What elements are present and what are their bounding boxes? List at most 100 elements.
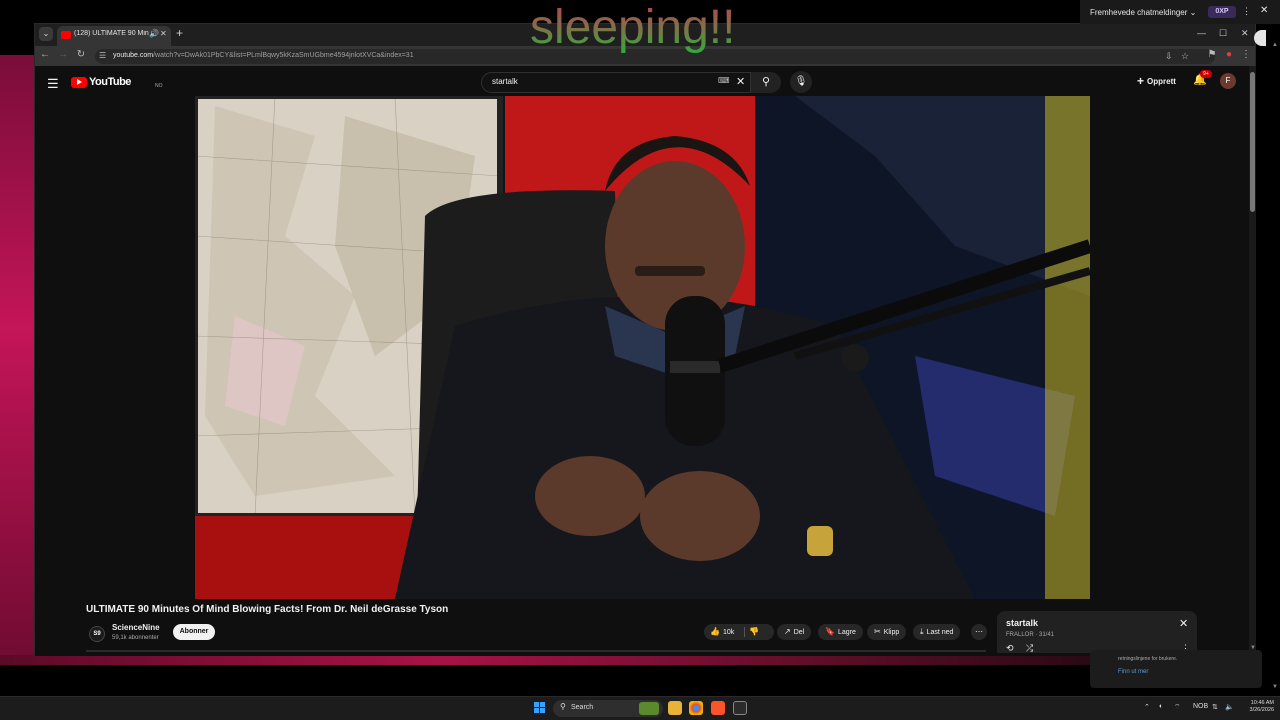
bookmark-icon: 🔖 — [825, 627, 835, 636]
like-count: 10k — [722, 629, 735, 636]
taskbar-search[interactable]: ⚲ Search — [553, 700, 663, 717]
sleeping-overlay-text: sleeping!! — [530, 1, 736, 54]
bookmark-star-icon[interactable]: ☆ — [1181, 51, 1189, 62]
clip-label: Klipp — [883, 629, 900, 636]
more-actions-icon[interactable]: ⋯ — [971, 624, 987, 640]
windows-start-icon[interactable] — [534, 702, 546, 714]
desktop: ⌄ (128) ULTIMATE 90 Minutes Of Mind Blow… — [0, 0, 1280, 720]
chat-learn-more-link[interactable]: Finn ut mer — [1118, 669, 1148, 675]
tab-search-button[interactable]: ⌄ — [39, 27, 53, 41]
youtube-logo[interactable]: YouTube NO — [71, 76, 163, 90]
new-tab-button[interactable]: + — [176, 26, 183, 40]
url-domain: youtube.com — [113, 52, 154, 59]
share-button[interactable]: ↗ Del — [777, 624, 812, 640]
loop-icon[interactable]: ⟲ — [1006, 643, 1014, 654]
plus-icon: + — [1137, 74, 1145, 88]
hamburger-menu-icon[interactable]: ☰ — [47, 76, 59, 92]
chat-widget-header: Fremhevede chatmeldinger ⌄ 0XP ⋮ ✕ — [1080, 0, 1280, 24]
wifi-tray-icon[interactable]: ⌔ — [1174, 703, 1181, 712]
chat-rules-text: retningslinjene for brukere. — [1118, 656, 1178, 662]
profile-icon[interactable]: ● — [1222, 49, 1236, 60]
taskbar: ⚲ Search ⌃ ◐ ⌔ NOB ⇅ 🔈 10:46 AM 3/26/202… — [0, 696, 1280, 720]
download-icon: ⤓ — [920, 627, 924, 636]
search-button[interactable]: ⚲ — [751, 72, 781, 93]
system-clock[interactable]: 10:46 AM 3/26/2026 — [1240, 700, 1274, 714]
maximize-icon[interactable]: ☐ — [1219, 28, 1227, 39]
channel-name[interactable]: ScienceNine — [112, 623, 160, 632]
scissors-icon: ✂ — [874, 627, 881, 636]
chat-highlight-dropdown[interactable]: Fremhevede chatmeldinger ⌄ — [1090, 8, 1196, 17]
save-label: Lagre — [837, 629, 856, 636]
clock-app-icon[interactable] — [733, 701, 747, 715]
chat-side-tab[interactable] — [1254, 30, 1266, 46]
close-window-icon[interactable]: ✕ — [1241, 28, 1249, 39]
video-frame — [195, 96, 1090, 599]
share-label: Del — [793, 629, 805, 636]
minimize-icon[interactable]: — — [1197, 28, 1206, 38]
browser-window: ⌄ (128) ULTIMATE 90 Minutes Of Mind Blow… — [34, 23, 1256, 656]
forward-icon[interactable]: → — [56, 49, 70, 60]
volume-icon[interactable]: 🔈 — [1225, 703, 1234, 711]
speaker-icon[interactable]: 🔊 — [149, 29, 159, 38]
shuffle-icon[interactable]: ⤮ — [1026, 643, 1033, 654]
create-button[interactable]: + Opprett — [1137, 74, 1176, 88]
keyboard-icon[interactable]: ⌨ — [718, 76, 730, 85]
tab-title: (128) ULTIMATE 90 Minutes Of Mind Blowin… — [74, 30, 149, 37]
file-explorer-icon[interactable] — [668, 701, 682, 715]
url-text[interactable]: youtube.com/watch?v=DwAk01PbCY&list=PLml… — [113, 52, 414, 59]
chat-menu-icon[interactable]: ⋮ — [1242, 6, 1251, 17]
chat-footer: retningslinjene for brukere. Finn ut mer — [1090, 650, 1262, 688]
install-app-icon[interactable]: ⇩ — [1165, 51, 1173, 62]
wallpaper-left — [0, 55, 36, 665]
account-avatar[interactable]: F — [1220, 73, 1236, 89]
youtube-logo-text: YouTube — [89, 76, 131, 88]
tray-app-icon[interactable]: ◐ — [1159, 703, 1163, 710]
chevron-down-icon: ⌄ — [1189, 8, 1197, 17]
channel-avatar[interactable]: S9 — [89, 626, 105, 642]
tray-chevron-icon[interactable]: ⌃ — [1144, 703, 1150, 711]
chat-scroll-up-icon[interactable]: ▲ — [1272, 42, 1278, 48]
clock-time: 10:46 AM — [1250, 700, 1274, 706]
back-icon[interactable]: ← — [38, 49, 52, 60]
search-icon: ⚲ — [560, 702, 566, 711]
input-language[interactable]: NOB — [1193, 703, 1208, 710]
download-button[interactable]: ⤓ Last ned — [913, 624, 961, 640]
chat-scroll-down-icon[interactable]: ▼ — [1272, 684, 1278, 690]
clear-search-icon[interactable]: ✕ — [736, 75, 745, 88]
youtube-page: ☰ YouTube NO ⌨ ✕ ⚲ 🎙 +Opprett 🔔 9+ F — [35, 66, 1249, 656]
subscriber-count: 59,1k abonnenter — [112, 635, 159, 641]
site-info-icon[interactable]: ☰ — [99, 51, 106, 60]
network-icon[interactable]: ⇅ — [1212, 703, 1218, 711]
browser-menu-icon[interactable]: ⋮ — [1239, 49, 1253, 60]
chrome-icon[interactable] — [689, 701, 703, 715]
taskbar-search-label: Search — [571, 704, 594, 711]
search-box[interactable]: ⌨ ✕ — [481, 72, 751, 93]
brave-icon[interactable] — [711, 701, 725, 715]
save-button[interactable]: 🔖 Lagre — [818, 624, 863, 640]
region-code: NO — [155, 83, 163, 89]
dislike-button[interactable]: 👎 — [749, 624, 759, 640]
notification-count-badge: 9+ — [1200, 70, 1212, 78]
tab-active[interactable]: (128) ULTIMATE 90 Minutes Of Mind Blowin… — [57, 26, 171, 46]
page-scrollbar-thumb[interactable] — [1250, 72, 1255, 212]
thumbs-up-icon: 👍 — [710, 627, 720, 636]
search-input[interactable] — [492, 77, 692, 86]
play-triangle-icon — [77, 79, 82, 85]
playlist-title[interactable]: startalk — [1006, 618, 1038, 628]
chat-close-icon[interactable]: ✕ — [1260, 5, 1268, 16]
url-path: /watch?v=DwAk01PbCY&list=PLmlBqwy5kKzaSm… — [153, 52, 414, 59]
download-label: Last ned — [926, 629, 954, 636]
create-label: Opprett — [1147, 77, 1176, 86]
playlist-close-icon[interactable]: ✕ — [1179, 617, 1188, 630]
wallpaper-bottom — [0, 655, 1090, 665]
extension-icon[interactable]: ⚑ — [1205, 49, 1219, 60]
voice-search-mic-icon[interactable]: 🎙 — [790, 71, 812, 93]
subscribe-button[interactable]: Abonner — [173, 624, 215, 640]
tab-close-icon[interactable]: ✕ — [160, 29, 167, 38]
clip-button[interactable]: ✂ Klipp — [867, 624, 907, 640]
share-icon: ↗ — [784, 627, 791, 636]
reload-icon[interactable]: ↻ — [74, 49, 88, 60]
like-dislike-group: 👍 10k 👎 — [704, 624, 774, 640]
video-player[interactable] — [195, 96, 1090, 599]
like-button[interactable]: 👍 10k — [704, 624, 744, 640]
